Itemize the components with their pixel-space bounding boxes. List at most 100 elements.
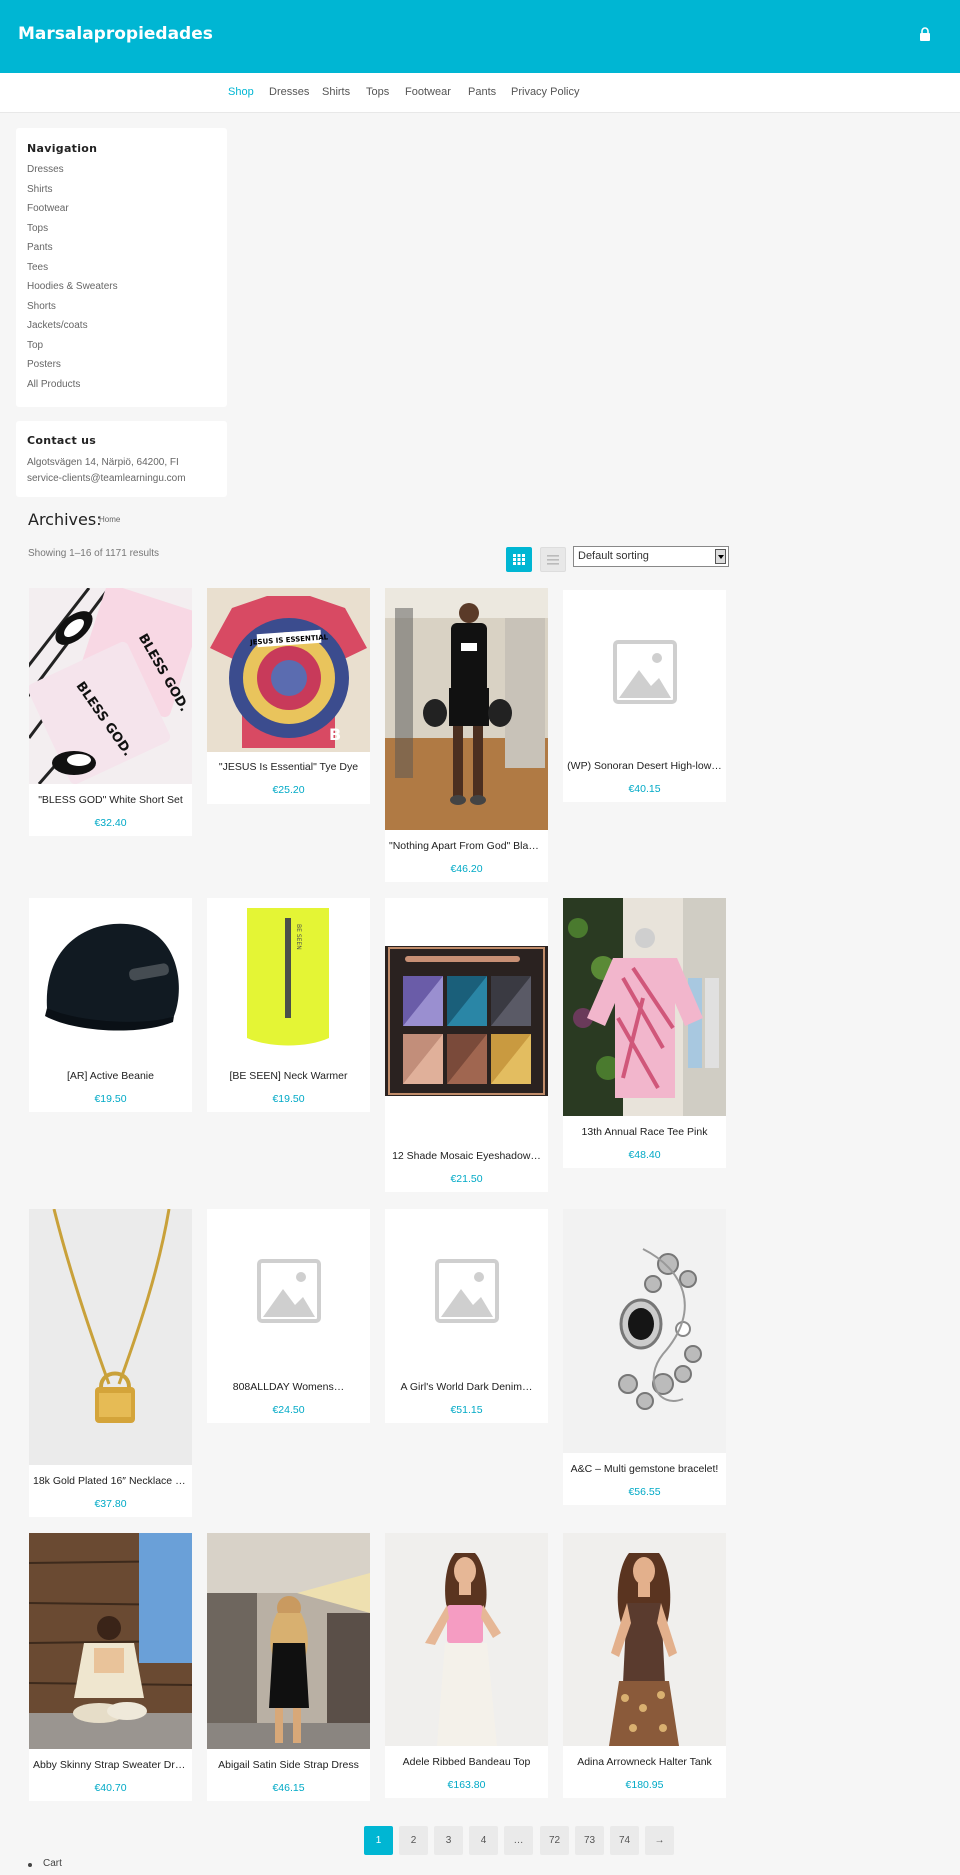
sort-select[interactable]: Default sorting: [573, 546, 729, 567]
product-image[interactable]: [385, 1533, 548, 1746]
navigation-widget: Navigation Dresses Shirts Footwear Tops …: [16, 128, 227, 407]
product-title[interactable]: [BE SEEN] Neck Warmer: [211, 1070, 366, 1082]
page-74[interactable]: 74: [610, 1826, 639, 1855]
product-image[interactable]: [29, 898, 192, 1060]
sidebar-link-jackets[interactable]: Jackets/coats: [27, 320, 88, 331]
product-card[interactable]: A&C – Multi gemstone bracelet! €56.55: [563, 1209, 726, 1505]
product-card[interactable]: Adele Ribbed Bandeau Top €163.80: [385, 1533, 548, 1798]
list-view-icon: [547, 555, 559, 565]
contact-email[interactable]: service-clients@teamlearningu.com: [27, 473, 186, 484]
sidebar-link-posters[interactable]: Posters: [27, 359, 61, 370]
navigation-title: Navigation: [27, 142, 98, 155]
grid-view-button[interactable]: [506, 547, 532, 572]
product-title[interactable]: Abigail Satin Side Strap Dress: [211, 1759, 366, 1771]
product-title[interactable]: Adina Arrowneck Halter Tank: [567, 1756, 722, 1768]
product-card[interactable]: JESUS IS ESSENTIAL B "JESUS Is Essential…: [207, 588, 370, 804]
product-image[interactable]: [563, 590, 726, 750]
sidebar-link-shorts[interactable]: Shorts: [27, 301, 56, 312]
page-1[interactable]: 1: [364, 1826, 393, 1855]
nav-privacy-policy[interactable]: Privacy Policy: [511, 86, 579, 98]
sidebar-link-hoodies[interactable]: Hoodies & Sweaters: [27, 281, 118, 292]
page-3[interactable]: 3: [434, 1826, 463, 1855]
page-4[interactable]: 4: [469, 1826, 498, 1855]
nav-footwear[interactable]: Footwear: [405, 86, 451, 98]
next-page-button[interactable]: →: [645, 1826, 674, 1855]
sidebar-link-top[interactable]: Top: [27, 340, 43, 351]
nav-dresses[interactable]: Dresses: [269, 86, 309, 98]
sidebar-link-dresses[interactable]: Dresses: [27, 164, 64, 175]
product-card[interactable]: [AR] Active Beanie €19.50: [29, 898, 192, 1112]
product-image[interactable]: [385, 1209, 548, 1371]
list-view-button[interactable]: [540, 547, 566, 572]
product-title[interactable]: Abby Skinny Strap Sweater Dress: [33, 1759, 188, 1771]
product-title[interactable]: "JESUS Is Essential" Tye Dye: [211, 761, 366, 773]
product-price: €19.50: [94, 1093, 127, 1105]
product-price: €25.20: [272, 784, 305, 796]
sidebar-link-tees[interactable]: Tees: [27, 262, 48, 273]
product-image[interactable]: BLESS GOD. BLESS GOD.: [29, 588, 192, 784]
product-price: €40.15: [628, 783, 661, 795]
sidebar-link-all-products[interactable]: All Products: [27, 379, 80, 390]
product-card[interactable]: "Nothing Apart From God" Black… €46.20: [385, 588, 548, 882]
grid-view-icon: [513, 554, 525, 565]
breadcrumb[interactable]: Home: [99, 515, 120, 524]
product-card[interactable]: Adina Arrowneck Halter Tank €180.95: [563, 1533, 726, 1798]
sidebar-link-tops[interactable]: Tops: [27, 223, 48, 234]
product-image[interactable]: [563, 1533, 726, 1746]
product-price: €48.40: [628, 1149, 661, 1161]
product-card[interactable]: BE SEEN [BE SEEN] Neck Warmer €19.50: [207, 898, 370, 1112]
result-count: Showing 1–16 of 1171 results: [28, 548, 160, 559]
product-image[interactable]: JESUS IS ESSENTIAL B: [207, 588, 370, 752]
product-card[interactable]: 12 Shade Mosaic Eyeshadow… €21.50: [385, 898, 548, 1192]
nav-tops[interactable]: Tops: [366, 86, 389, 98]
sidebar-link-pants[interactable]: Pants: [27, 242, 53, 253]
product-image[interactable]: [563, 1209, 726, 1453]
sort-select-value: Default sorting: [578, 550, 649, 562]
product-image[interactable]: BE SEEN: [207, 898, 370, 1060]
lock-icon[interactable]: [919, 27, 931, 41]
archives-title: Archives:: [28, 510, 102, 529]
cart-link[interactable]: Cart: [28, 1858, 62, 1869]
product-title[interactable]: Adele Ribbed Bandeau Top: [389, 1756, 544, 1768]
product-title[interactable]: [AR] Active Beanie: [33, 1070, 188, 1082]
sidebar-link-footwear[interactable]: Footwear: [27, 203, 69, 214]
product-card[interactable]: A Girl's World Dark Denim… €51.15: [385, 1209, 548, 1423]
product-image[interactable]: [385, 898, 548, 1140]
product-title[interactable]: 18k Gold Plated 16″ Necklace w…: [33, 1475, 188, 1487]
page-72[interactable]: 72: [540, 1826, 569, 1855]
product-title[interactable]: A&C – Multi gemstone bracelet!: [567, 1463, 722, 1475]
product-title[interactable]: 808ALLDAY Womens…: [211, 1381, 366, 1393]
sidebar-link-shirts[interactable]: Shirts: [27, 184, 53, 195]
nav-shop[interactable]: Shop: [228, 86, 254, 98]
product-image[interactable]: [29, 1533, 192, 1749]
product-price: €51.15: [450, 1404, 483, 1416]
product-title[interactable]: 12 Shade Mosaic Eyeshadow…: [389, 1150, 544, 1162]
nav-shirts[interactable]: Shirts: [322, 86, 350, 98]
product-title[interactable]: A Girl's World Dark Denim…: [389, 1381, 544, 1393]
product-title[interactable]: "BLESS GOD" White Short Set: [33, 794, 188, 806]
product-title[interactable]: 13th Annual Race Tee Pink: [567, 1126, 722, 1138]
image-placeholder-icon: [257, 1259, 321, 1323]
page-2[interactable]: 2: [399, 1826, 428, 1855]
product-image[interactable]: [29, 1209, 192, 1465]
product-card[interactable]: BLESS GOD. BLESS GOD. "BLESS GOD" White …: [29, 588, 192, 836]
product-title[interactable]: (WP) Sonoran Desert High-low…: [567, 760, 722, 772]
product-card[interactable]: (WP) Sonoran Desert High-low… €40.15: [563, 590, 726, 802]
product-card[interactable]: Abigail Satin Side Strap Dress €46.15: [207, 1533, 370, 1801]
page-73[interactable]: 73: [575, 1826, 604, 1855]
chevron-down-icon: [715, 549, 726, 564]
be-seen-text: BE SEEN: [295, 924, 302, 950]
product-title[interactable]: "Nothing Apart From God" Black…: [389, 840, 544, 852]
product-price: €32.40: [94, 817, 127, 829]
product-image[interactable]: [563, 898, 726, 1116]
product-card[interactable]: 18k Gold Plated 16″ Necklace w… €37.80: [29, 1209, 192, 1517]
site-brand[interactable]: Marsalapropiedades: [18, 24, 213, 44]
product-card[interactable]: 808ALLDAY Womens… €24.50: [207, 1209, 370, 1423]
product-image[interactable]: [385, 588, 548, 830]
nav-pants[interactable]: Pants: [468, 86, 496, 98]
contact-address: Algotsvägen 14, Närpiö, 64200, FI: [27, 457, 179, 468]
product-card[interactable]: 13th Annual Race Tee Pink €48.40: [563, 898, 726, 1168]
product-image[interactable]: [207, 1533, 370, 1749]
product-image[interactable]: [207, 1209, 370, 1371]
product-card[interactable]: Abby Skinny Strap Sweater Dress €40.70: [29, 1533, 192, 1801]
